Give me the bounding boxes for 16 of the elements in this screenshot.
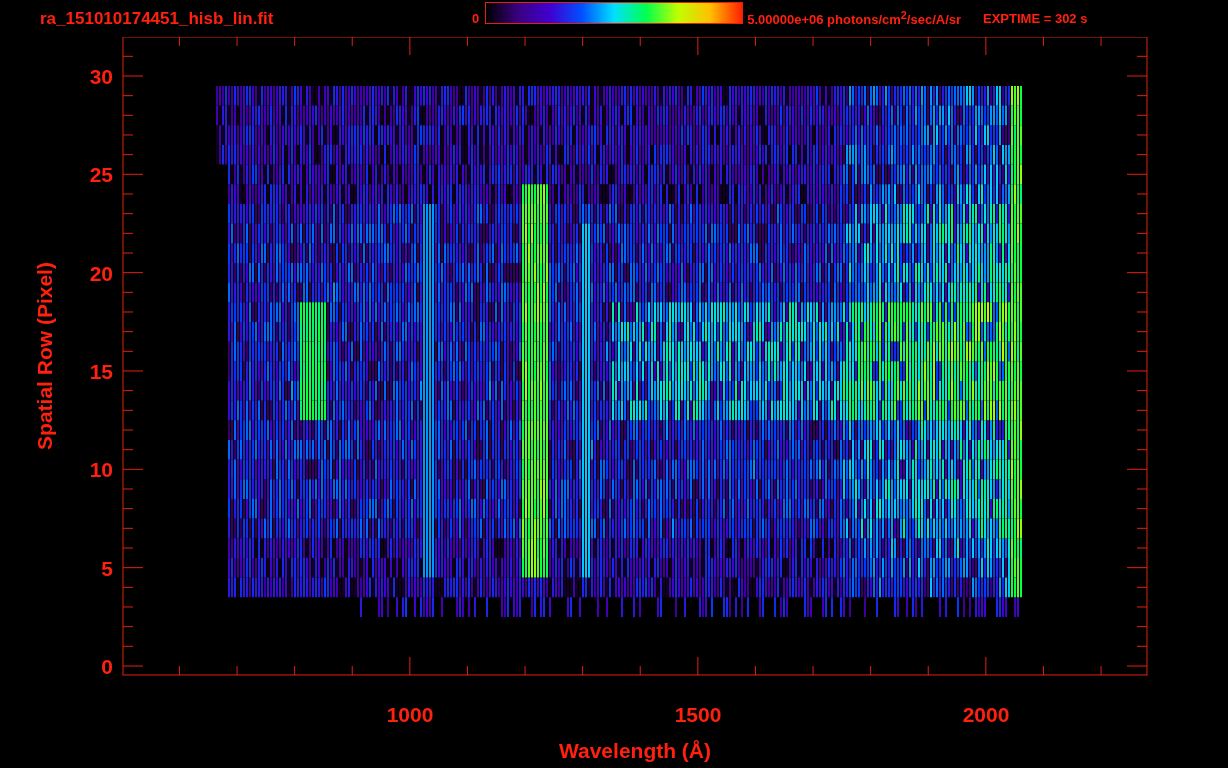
exposure-time-label: EXPTIME = 302 s	[983, 11, 1088, 26]
x-tick-label: 1500	[674, 703, 722, 726]
y-tick-label: 10	[89, 458, 113, 482]
y-tick-label: 15	[89, 360, 113, 383]
y-tick-label: 25	[89, 163, 113, 187]
x-axis-label: Wavelength (Å)	[558, 739, 712, 762]
y-axis-label: Spatial Row (Pixel)	[33, 262, 56, 450]
colorbar-max-label: 5.00000e+06 photons/cm$^{2}$/sec/A/sr	[747, 9, 962, 28]
file-title: ra_151010174451_hisb_lin.fit	[40, 8, 275, 29]
y-tick-label: 0	[101, 655, 113, 678]
x-tick-label: 2000	[962, 703, 1010, 726]
colorbar-min-label: 0	[472, 11, 480, 26]
y-tick-label: 20	[89, 261, 113, 285]
y-tick-label: 30	[89, 65, 113, 88]
x-tick-label: 1000	[386, 703, 434, 726]
y-tick-label: 5	[101, 556, 113, 580]
